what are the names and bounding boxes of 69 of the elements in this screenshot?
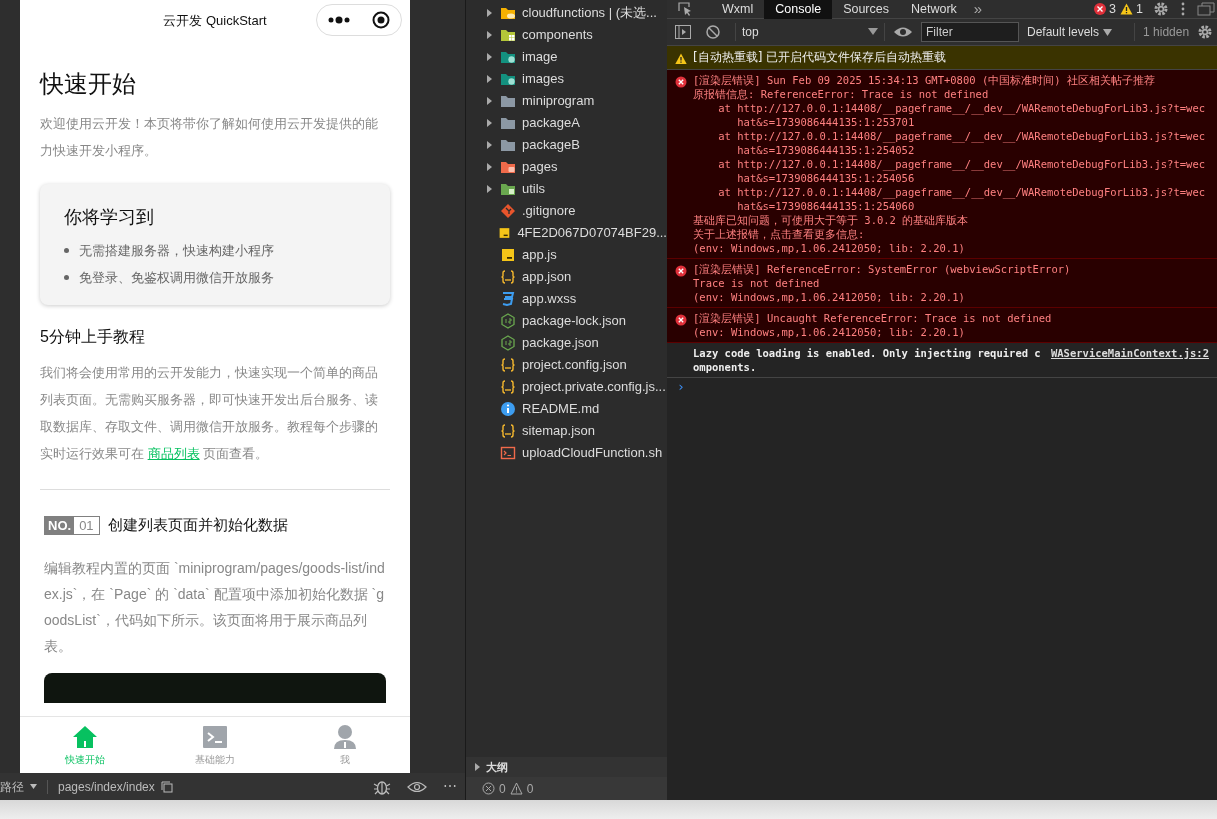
console-message: Trace is not defined — [693, 276, 821, 290]
tab[interactable]: Sources — [832, 0, 900, 19]
levels-dropdown[interactable]: Default levels — [1027, 23, 1100, 41]
file-tree-item[interactable]: app.wxss — [466, 288, 667, 310]
file-tree-item[interactable]: pages — [466, 156, 667, 178]
stack-prefix: at — [718, 129, 731, 144]
file-tree-item[interactable]: app.json — [466, 266, 667, 288]
warning-count: 1 — [1136, 0, 1143, 18]
file-tree-item[interactable]: project.private.config.js... — [466, 376, 667, 398]
source-link[interactable]: WAServiceMainContext.js:2 — [1050, 346, 1209, 374]
list-item: 免登录、免鉴权调用微信开放服务 — [79, 269, 274, 287]
step-title: 创建列表页面并初始化数据 — [107, 515, 288, 535]
stack-prefix: at — [718, 185, 731, 200]
page-title: 云开发 QuickStart — [163, 12, 267, 31]
console-message: 原报错信息: ReferenceError: Trace is not defined — [693, 87, 990, 101]
console-message: 基础库已知问题，可使用大于等于 3.0.2 的基础库版本 — [693, 213, 970, 227]
filter-field[interactable]: Filter — [921, 22, 1019, 42]
section-title: 5分钟上手教程 — [40, 327, 146, 347]
file-tree-item[interactable]: miniprogram — [466, 90, 667, 112]
file-tree-item[interactable]: package.json — [466, 332, 667, 354]
console-message: (env: Windows,mp,1.06.2412050; lib: 2.20.1) — [693, 325, 966, 339]
file-tree-item[interactable]: packageB — [466, 134, 667, 156]
section-label: 大纲 — [486, 759, 508, 775]
console-prompt[interactable]: › — [667, 378, 1217, 396]
tab[interactable]: Network — [900, 0, 968, 19]
stack-prefix: at — [718, 101, 731, 116]
error-count: 3 — [1109, 0, 1117, 18]
file-tree-item[interactable]: uploadCloudFunction.sh — [466, 442, 667, 464]
console-message: [自动热重载] 已开启代码文件保存后自动热重载 — [693, 49, 948, 65]
file-tree-item[interactable]: cloudfunctions | (未选... — [466, 2, 667, 24]
file-tree-item[interactable]: sitemap.json — [466, 420, 667, 442]
console-message: [渲染层错误] ReferenceError: SystemError (webviewScriptError) — [693, 262, 1072, 276]
path-dropdown[interactable]: 路径 — [0, 777, 24, 796]
outline-header[interactable]: 大纲 — [466, 757, 667, 777]
file-tree-item[interactable]: .gitignore — [466, 200, 667, 222]
file-tree-item[interactable]: README.md — [466, 398, 667, 420]
console-message: 关于上述报错，点击查看更多信息: — [693, 227, 866, 241]
intro-text: 欢迎使用云开发！本页将带你了解如何使用云开发提供的能力快速开发小程序。 — [40, 115, 379, 160]
hidden-count: 1 hidden — [1134, 23, 1190, 41]
file-tree-item[interactable]: package-lock.json — [466, 310, 667, 332]
console-message: [渲染层错误] Uncaught ReferenceError: Trace is not defined — [693, 311, 1053, 325]
page-path: pages/index/index — [58, 778, 155, 796]
tab[interactable]: Wxml — [711, 0, 765, 19]
stack-prefix: at — [718, 157, 731, 172]
console-message: (env: Windows,mp,1.06.2412050; lib: 2.20.1) — [693, 241, 966, 255]
file-tree-item[interactable]: packageA — [466, 112, 667, 134]
error-count: 0 — [499, 780, 506, 798]
file-tree-item[interactable]: components — [466, 24, 667, 46]
console-message: Lazy code loading is enabled. Only injecting required components. — [693, 346, 1042, 374]
console-message: [渲染层错误] Sun Feb 09 2025 15:34:13 GMT+0800 (中国标准时间) 社区相关帖子推荐 — [693, 73, 1156, 87]
file-tree-item[interactable]: 4FE2D067D07074BF29... — [466, 222, 667, 244]
card-title: 你将学习到 — [64, 206, 155, 229]
file-tree-item[interactable]: image — [466, 46, 667, 68]
more-tabs-button[interactable]: » — [973, 0, 983, 21]
step-number-badge: NO. 01 — [44, 515, 100, 535]
file-tree-item[interactable]: images — [466, 68, 667, 90]
context-select[interactable]: top — [735, 23, 885, 41]
tab[interactable]: Console — [764, 0, 833, 19]
console-message: (env: Windows,mp,1.06.2412050; lib: 2.20.1) — [693, 290, 966, 304]
file-tree-item[interactable]: utils — [466, 178, 667, 200]
warning-count: 0 — [526, 780, 534, 798]
heading: 快速开始 — [40, 69, 137, 99]
file-tree-item[interactable]: app.js — [466, 244, 667, 266]
more-button[interactable]: ⋯ — [443, 776, 457, 797]
step-description: 编辑教程内置的页面 `miniprogram/pages/goods-list/index.js`，在 `Page` 的 `data` 配置项中添加初始化数据 `goodsList`，代码如下所示。该页面将用于展示商品列表。 — [43, 558, 386, 656]
paragraph: 我们将会使用常用的云开发能力，快速实现一个简单的商品列表页面。无需购买服务器，即可快速开发出后台服务、读取数据库、存取文件、调用微信开放服务。教程每个步骤的实时运行效果可在 商品列表 页面查看。 — [40, 364, 379, 463]
list-item: 无需搭建服务器，快速构建小程序 — [79, 242, 274, 260]
file-tree-item[interactable]: project.config.json — [466, 354, 667, 376]
stack-link[interactable]: http://127.0.0.1:14408/__pageframe__/__dev__/WARemoteDebugForLib3.js?t=wechat&s=1739086444135:1:254060 — [737, 185, 1209, 213]
